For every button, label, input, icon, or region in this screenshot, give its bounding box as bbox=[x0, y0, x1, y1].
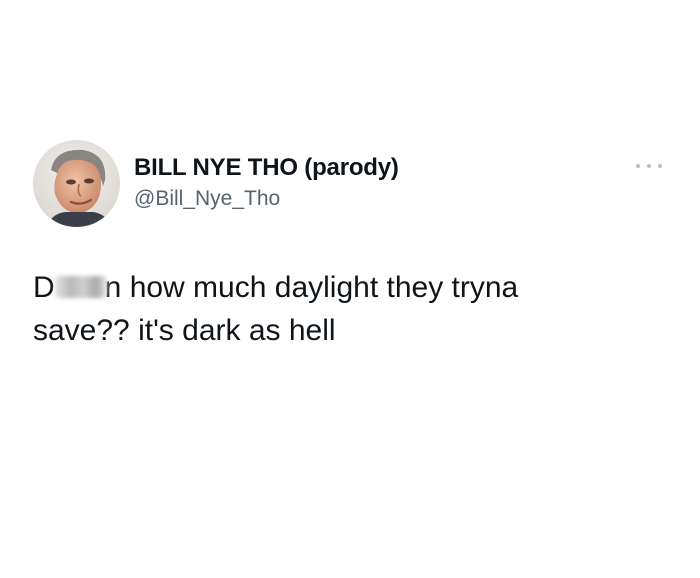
tweet-text: Dn how much daylight they tryna save?? i… bbox=[33, 266, 673, 352]
author-handle[interactable]: @Bill_Nye_Tho bbox=[134, 187, 280, 211]
tweet-text-line-2: save?? it's dark as hell bbox=[33, 314, 336, 347]
tweet-text-rest: n how much daylight they tryna bbox=[104, 271, 519, 304]
more-options-icon[interactable] bbox=[636, 159, 662, 173]
more-dot bbox=[647, 164, 651, 168]
profile-photo-icon bbox=[33, 140, 120, 227]
tweet-card: BILL NYE THO (parody) @Bill_Nye_Tho Dn h… bbox=[0, 0, 700, 578]
censor-blur bbox=[54, 276, 107, 298]
tweet-text-line-1: Dn how much daylight they tryna bbox=[33, 266, 673, 309]
avatar[interactable] bbox=[33, 140, 120, 227]
tweet-text-start: D bbox=[33, 271, 55, 304]
author-display-name[interactable]: BILL NYE THO (parody) bbox=[134, 154, 399, 182]
more-dot bbox=[658, 164, 662, 168]
more-dot bbox=[636, 164, 640, 168]
